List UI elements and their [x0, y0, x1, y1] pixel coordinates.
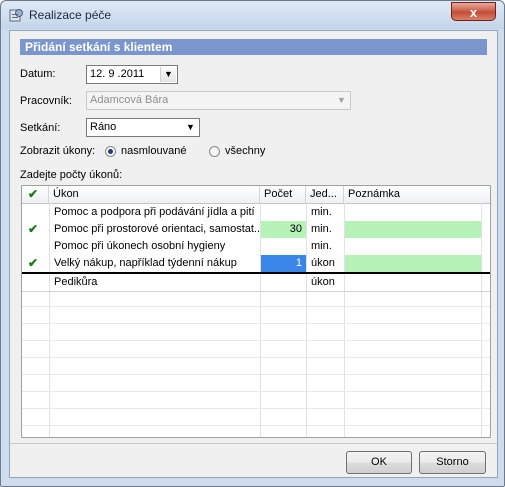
row-task[interactable]: Pomoc a podpora při podávání jídla a pit… [50, 204, 260, 221]
worker-value: Adamcová Bára [90, 94, 169, 106]
row-note[interactable] [345, 238, 481, 255]
ok-button[interactable]: OK [346, 451, 412, 474]
dialog-client-area: Přidání setkání s klientem Datum: 12. 9 … [9, 30, 498, 478]
section-header: Přidání setkání s klientem [20, 39, 487, 55]
row-check[interactable]: ✔ [22, 221, 49, 238]
radio-selected-dot [108, 149, 113, 154]
grid-line [22, 374, 490, 375]
row-count[interactable] [261, 274, 306, 291]
date-label: Datum: [20, 68, 56, 80]
show-tasks-label: Zobrazit úkony: [20, 145, 96, 157]
row-note[interactable] [345, 204, 481, 221]
row-task[interactable]: Pomoc při úkonech osobní hygieny [50, 238, 260, 255]
row-task[interactable]: Velký nákup, například týdenní nákup [50, 255, 260, 272]
counts-label: Zadejte počty úkonů: [20, 169, 123, 181]
date-picker[interactable]: 12. 9 .2011 ▼ [86, 65, 178, 84]
grid-line [22, 291, 490, 292]
worker-label: Pracovník: [20, 95, 72, 107]
row-note[interactable] [345, 274, 481, 291]
table-row[interactable]: ✔ Pomoc při prostorové orientaci, samost… [22, 221, 490, 238]
chevron-down-icon[interactable]: ▼ [183, 120, 198, 135]
chevron-down-icon[interactable]: ▼ [160, 67, 176, 82]
grid-line [22, 323, 490, 324]
row-note[interactable] [345, 221, 481, 238]
close-button[interactable]: x [451, 2, 496, 21]
grid-line [22, 391, 490, 392]
row-task[interactable]: Pomoc při prostorové orientaci, samostat… [50, 221, 260, 238]
date-value: 12. 9 .2011 [90, 68, 145, 80]
row-check[interactable]: ✔ [22, 255, 49, 272]
radio-contracted[interactable] [105, 146, 116, 157]
row-unit: min. [311, 206, 332, 218]
grid-line [22, 357, 490, 358]
row-unit: min. [311, 240, 332, 252]
app-icon [9, 9, 23, 22]
radio-contracted-label[interactable]: nasmlouvané [121, 145, 186, 157]
row-count[interactable]: 30 [261, 221, 306, 238]
row-unit: úkon [311, 257, 335, 269]
row-note[interactable] [345, 255, 481, 272]
table-row[interactable]: Pedikůra úkon [22, 274, 490, 291]
cancel-button[interactable]: Storno [419, 451, 486, 474]
row-task[interactable]: Pedikůra [50, 274, 260, 291]
meeting-label: Setkání: [20, 122, 61, 134]
title-bar[interactable]: Realizace péče x [1, 1, 504, 29]
column-header-task[interactable]: Úkon [49, 186, 260, 203]
row-check[interactable] [22, 204, 49, 221]
row-check[interactable] [22, 274, 49, 291]
row-count[interactable] [261, 204, 306, 221]
tasks-grid[interactable]: ✔ Úkon Počet Jed... Poznámka Pomoc a pod… [21, 185, 491, 438]
footer-divider [10, 443, 497, 444]
meeting-value: Ráno [90, 121, 117, 133]
chevron-down-icon: ▼ [337, 95, 346, 105]
row-unit: úkon [311, 276, 335, 288]
grid-line [22, 408, 490, 409]
meeting-select[interactable]: Ráno ▼ [86, 118, 200, 137]
grid-line [22, 425, 490, 426]
column-header-note[interactable]: Poznámka [344, 186, 490, 203]
grid-header: ✔ Úkon Počet Jed... Poznámka [22, 186, 490, 204]
row-count[interactable] [261, 238, 306, 255]
window-title: Realizace péče [29, 8, 112, 22]
worker-select: Adamcová Bára ▼ [86, 91, 351, 110]
grid-line [22, 306, 490, 307]
table-row[interactable]: Pomoc při úkonech osobní hygieny min. [22, 238, 490, 255]
row-check[interactable] [22, 238, 49, 255]
row-count[interactable]: 1 [261, 255, 306, 272]
column-header-check[interactable]: ✔ [22, 186, 49, 203]
dialog-window: Realizace péče x Přidání setkání s klien… [0, 0, 505, 487]
column-header-unit[interactable]: Jed... [306, 186, 344, 203]
table-row[interactable]: Pomoc a podpora při podávání jídla a pit… [22, 204, 490, 221]
radio-all[interactable] [209, 146, 220, 157]
close-icon: x [469, 5, 478, 20]
row-unit: min. [311, 223, 332, 235]
radio-all-label[interactable]: všechny [225, 145, 265, 157]
table-row-selected[interactable]: ✔ Velký nákup, například týdenní nákup 1… [22, 255, 490, 274]
column-header-count[interactable]: Počet [260, 186, 306, 203]
grid-line [22, 340, 490, 341]
